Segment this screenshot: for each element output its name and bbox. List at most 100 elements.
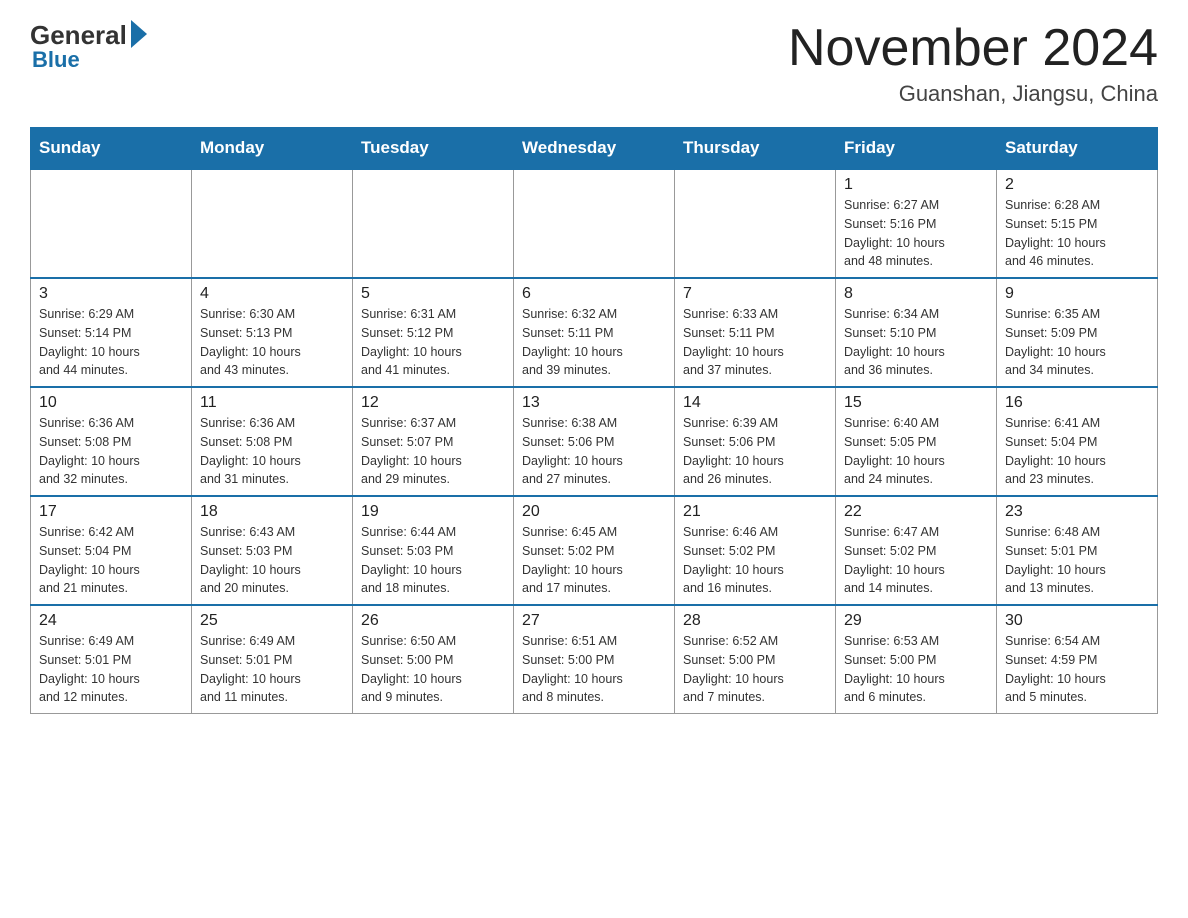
calendar-cell: 13 Sunrise: 6:38 AM Sunset: 5:06 PM Dayli… [514,387,675,496]
calendar-cell: 19Sunrise: 6:44 AM Sunset: 5:03 PM Dayli… [353,496,514,605]
day-info: Sunrise: 6:35 AM Sunset: 5:09 PM Dayligh… [1005,305,1149,380]
week-row-2: 3 Sunrise: 6:29 AM Sunset: 5:14 PM Daylig… [31,278,1158,387]
day-info: Sunrise: 6:45 AM Sunset: 5:02 PM Dayligh… [522,523,666,598]
column-header-saturday: Saturday [997,128,1158,170]
calendar-cell: 15 Sunrise: 6:40 AM Sunset: 5:05 PM Dayli… [836,387,997,496]
month-title: November 2024 [788,20,1158,77]
calendar-cell: 2 Sunrise: 6:28 AM Sunset: 5:15 PM Daylig… [997,169,1158,278]
column-header-sunday: Sunday [31,128,192,170]
day-info: Sunrise: 6:46 AM Sunset: 5:02 PM Dayligh… [683,523,827,598]
day-number: 22 [844,503,988,521]
day-number: 25 [200,612,344,630]
column-header-wednesday: Wednesday [514,128,675,170]
week-row-3: 10 Sunrise: 6:36 AM Sunset: 5:08 PM Dayli… [31,387,1158,496]
column-header-tuesday: Tuesday [353,128,514,170]
day-number: 12 [361,394,505,412]
day-info: Sunrise: 6:33 AM Sunset: 5:11 PM Dayligh… [683,305,827,380]
day-number: 26 [361,612,505,630]
day-info: Sunrise: 6:29 AM Sunset: 5:14 PM Dayligh… [39,305,183,380]
day-number: 9 [1005,285,1149,303]
day-number: 24 [39,612,183,630]
calendar-cell: 8 Sunrise: 6:34 AM Sunset: 5:10 PM Daylig… [836,278,997,387]
calendar-cell: 27 Sunrise: 6:51 AM Sunset: 5:00 PM Dayli… [514,605,675,714]
calendar-cell [192,169,353,278]
page-header: General Blue November 2024 Guanshan, Jia… [30,20,1158,107]
day-info: Sunrise: 6:53 AM Sunset: 5:00 PM Dayligh… [844,632,988,707]
calendar-cell: 21 Sunrise: 6:46 AM Sunset: 5:02 PM Dayli… [675,496,836,605]
day-info: Sunrise: 6:54 AM Sunset: 4:59 PM Dayligh… [1005,632,1149,707]
calendar-cell: 3 Sunrise: 6:29 AM Sunset: 5:14 PM Daylig… [31,278,192,387]
calendar-cell: 7 Sunrise: 6:33 AM Sunset: 5:11 PM Daylig… [675,278,836,387]
day-number: 6 [522,285,666,303]
day-number: 5 [361,285,505,303]
calendar-cell: 12 Sunrise: 6:37 AM Sunset: 5:07 PM Dayli… [353,387,514,496]
day-info: Sunrise: 6:31 AM Sunset: 5:12 PM Dayligh… [361,305,505,380]
day-number: 13 [522,394,666,412]
day-info: Sunrise: 6:38 AM Sunset: 5:06 PM Dayligh… [522,414,666,489]
day-info: Sunrise: 6:41 AM Sunset: 5:04 PM Dayligh… [1005,414,1149,489]
day-number: 8 [844,285,988,303]
logo-blue-text: Blue [32,47,80,73]
calendar-cell: 14 Sunrise: 6:39 AM Sunset: 5:06 PM Dayli… [675,387,836,496]
calendar-cell: 18Sunrise: 6:43 AM Sunset: 5:03 PM Dayli… [192,496,353,605]
day-number: 15 [844,394,988,412]
day-number: 21 [683,503,827,521]
day-number: 16 [1005,394,1149,412]
calendar-cell [31,169,192,278]
calendar-cell [514,169,675,278]
day-info: Sunrise: 6:28 AM Sunset: 5:15 PM Dayligh… [1005,196,1149,271]
day-info: Sunrise: 6:42 AM Sunset: 5:04 PM Dayligh… [39,523,183,598]
day-number: 14 [683,394,827,412]
week-row-1: 1Sunrise: 6:27 AM Sunset: 5:16 PM Daylig… [31,169,1158,278]
day-number: 11 [200,394,344,412]
day-number: 17 [39,503,183,521]
calendar-cell: 9 Sunrise: 6:35 AM Sunset: 5:09 PM Daylig… [997,278,1158,387]
day-number: 19 [361,503,505,521]
day-info: Sunrise: 6:49 AM Sunset: 5:01 PM Dayligh… [200,632,344,707]
calendar-cell: 29Sunrise: 6:53 AM Sunset: 5:00 PM Dayli… [836,605,997,714]
calendar-cell: 30Sunrise: 6:54 AM Sunset: 4:59 PM Dayli… [997,605,1158,714]
day-info: Sunrise: 6:30 AM Sunset: 5:13 PM Dayligh… [200,305,344,380]
calendar-cell [675,169,836,278]
calendar-table: SundayMondayTuesdayWednesdayThursdayFrid… [30,127,1158,714]
calendar-cell: 20Sunrise: 6:45 AM Sunset: 5:02 PM Dayli… [514,496,675,605]
calendar-header-row: SundayMondayTuesdayWednesdayThursdayFrid… [31,128,1158,170]
calendar-cell [353,169,514,278]
day-info: Sunrise: 6:48 AM Sunset: 5:01 PM Dayligh… [1005,523,1149,598]
logo: General Blue [30,20,147,73]
day-info: Sunrise: 6:32 AM Sunset: 5:11 PM Dayligh… [522,305,666,380]
day-info: Sunrise: 6:34 AM Sunset: 5:10 PM Dayligh… [844,305,988,380]
calendar-cell: 5 Sunrise: 6:31 AM Sunset: 5:12 PM Daylig… [353,278,514,387]
calendar-cell: 11Sunrise: 6:36 AM Sunset: 5:08 PM Dayli… [192,387,353,496]
location-title: Guanshan, Jiangsu, China [788,81,1158,107]
column-header-monday: Monday [192,128,353,170]
day-info: Sunrise: 6:40 AM Sunset: 5:05 PM Dayligh… [844,414,988,489]
week-row-4: 17 Sunrise: 6:42 AM Sunset: 5:04 PM Dayli… [31,496,1158,605]
day-number: 18 [200,503,344,521]
day-number: 27 [522,612,666,630]
calendar-cell: 6 Sunrise: 6:32 AM Sunset: 5:11 PM Daylig… [514,278,675,387]
day-number: 3 [39,285,183,303]
calendar-cell: 22Sunrise: 6:47 AM Sunset: 5:02 PM Dayli… [836,496,997,605]
calendar-cell: 4Sunrise: 6:30 AM Sunset: 5:13 PM Daylig… [192,278,353,387]
calendar-cell: 1Sunrise: 6:27 AM Sunset: 5:16 PM Daylig… [836,169,997,278]
week-row-5: 24 Sunrise: 6:49 AM Sunset: 5:01 PM Dayli… [31,605,1158,714]
day-number: 1 [844,176,988,194]
day-info: Sunrise: 6:49 AM Sunset: 5:01 PM Dayligh… [39,632,183,707]
day-number: 7 [683,285,827,303]
day-number: 2 [1005,176,1149,194]
title-block: November 2024 Guanshan, Jiangsu, China [788,20,1158,107]
day-info: Sunrise: 6:51 AM Sunset: 5:00 PM Dayligh… [522,632,666,707]
logo-triangle-icon [131,20,147,48]
calendar-cell: 10 Sunrise: 6:36 AM Sunset: 5:08 PM Dayli… [31,387,192,496]
day-number: 28 [683,612,827,630]
day-info: Sunrise: 6:52 AM Sunset: 5:00 PM Dayligh… [683,632,827,707]
day-number: 10 [39,394,183,412]
day-info: Sunrise: 6:37 AM Sunset: 5:07 PM Dayligh… [361,414,505,489]
day-info: Sunrise: 6:39 AM Sunset: 5:06 PM Dayligh… [683,414,827,489]
calendar-cell: 23Sunrise: 6:48 AM Sunset: 5:01 PM Dayli… [997,496,1158,605]
day-info: Sunrise: 6:36 AM Sunset: 5:08 PM Dayligh… [39,414,183,489]
day-info: Sunrise: 6:50 AM Sunset: 5:00 PM Dayligh… [361,632,505,707]
column-header-friday: Friday [836,128,997,170]
calendar-cell: 17 Sunrise: 6:42 AM Sunset: 5:04 PM Dayli… [31,496,192,605]
